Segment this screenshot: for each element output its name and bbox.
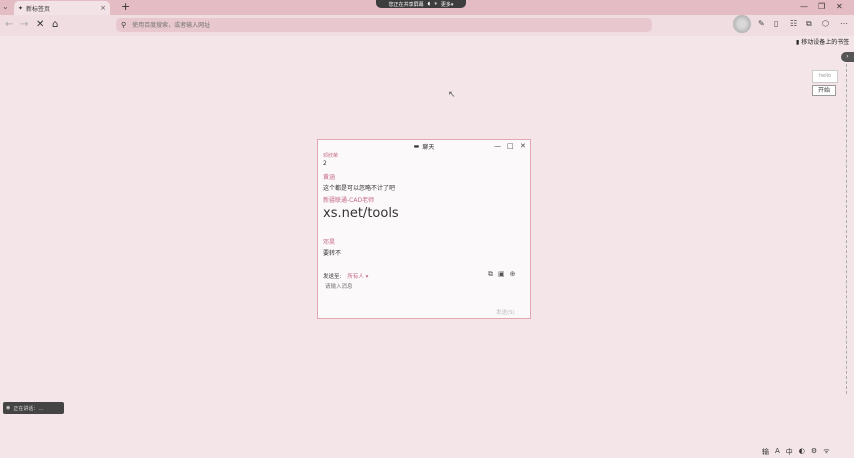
send-to-row: 发送至: 所有人 ▾	[323, 272, 368, 280]
extension-icon[interactable]: ✎	[758, 19, 765, 28]
downloads-icon[interactable]: ⬡	[822, 19, 829, 28]
mouse-cursor-icon: ↖	[448, 90, 456, 100]
system-tray: 输 A 中 ◐ ⚙ ᯤ	[762, 447, 830, 457]
share-status-label: 您正在共享屏幕	[388, 1, 424, 8]
chat-title: 聊天	[422, 144, 435, 151]
widget-start-button[interactable]: 开始	[812, 85, 836, 96]
chat-window: ▬ 聊天 — □ ✕ 邓欣荣 2 黄涵 这个都是可以忽略不计了吧 新疆联通-CA…	[317, 139, 531, 319]
widget-preview: hello	[812, 70, 838, 83]
address-bar[interactable]: ⚲	[116, 18, 652, 32]
recipient-dropdown[interactable]: 所有人 ▾	[347, 272, 368, 280]
settings-icon[interactable]: ⚙	[811, 447, 817, 457]
chat-message-input[interactable]	[323, 283, 527, 291]
screenshot-icon[interactable]: ⧉	[488, 270, 493, 279]
message-sender: 邓欣荣	[323, 153, 339, 159]
wifi-icon[interactable]: ᯤ	[823, 447, 829, 457]
more-options-icon[interactable]: ⊕	[510, 270, 516, 279]
speaking-label: 正在讲话：…	[13, 405, 44, 412]
message-sender: 新疆联通-CAD老师	[323, 197, 375, 204]
tab-new-tab[interactable]: ✦ 新标签页 ×	[14, 1, 110, 15]
share-more-button[interactable]: 更多▾	[441, 1, 454, 8]
url-input[interactable]	[130, 20, 635, 30]
profile-avatar[interactable]	[733, 15, 751, 33]
home-button[interactable]: ⌂	[52, 19, 58, 30]
close-window-button[interactable]: ✕	[836, 2, 843, 11]
tab-strip: ⌄ ✦ 新标签页 × + 您正在共享屏幕 ◖ ⏸ 更多▾ — ❐ ✕	[0, 0, 854, 15]
minimize-button[interactable]: —	[800, 2, 808, 11]
chat-tools: ⧉ ▣ ⊕	[488, 270, 516, 279]
ime-icon[interactable]: 输	[762, 447, 769, 457]
sidepanel-toggle[interactable]: ›	[841, 52, 854, 62]
chat-minimize-button[interactable]: —	[494, 142, 501, 150]
new-tab-button[interactable]: +	[121, 0, 130, 13]
forward-button[interactable]: →	[20, 19, 28, 30]
chat-close-button[interactable]: ✕	[520, 142, 526, 150]
search-icon: ⚲	[121, 21, 127, 29]
tab-close-icon[interactable]: ×	[100, 4, 106, 12]
restore-button[interactable]: ❐	[818, 2, 825, 11]
message-sender: 黄涵	[323, 174, 336, 181]
language-icon[interactable]: 中	[786, 447, 793, 457]
chat-maximize-button[interactable]: □	[507, 142, 514, 150]
send-button[interactable]: 发送(S)	[496, 308, 515, 316]
folder-icon: ▮	[796, 39, 800, 46]
side-divider	[846, 64, 848, 394]
message-text: 2	[323, 160, 327, 167]
message-text: 要转不	[323, 250, 342, 257]
file-icon[interactable]: ▣	[498, 270, 505, 279]
tab-title: 新标签页	[26, 5, 51, 13]
chat-icon: ▬	[413, 143, 420, 150]
tab-favicon-icon: ✦	[18, 4, 24, 12]
message-text: 这个都是可以忽略不计了吧	[323, 185, 396, 192]
tab-menu-chevron-icon[interactable]: ⌄	[2, 2, 9, 11]
message-sender: 邓昊	[323, 239, 336, 246]
speaking-indicator[interactable]: ◉ 正在讲话：…	[3, 402, 64, 414]
speaker-icon: ◉	[6, 405, 11, 411]
font-icon[interactable]: A	[775, 447, 780, 457]
bookmark-label: 移动设备上的书签	[801, 39, 850, 46]
extensions-icon[interactable]: ⧉	[806, 19, 812, 29]
send-to-label: 发送至:	[323, 274, 342, 280]
browser-toolbar: ← → ✕ ⌂ ⚲ ✎ ▯ ☷ ⧉ ⬡ ⋯	[0, 15, 854, 36]
back-button[interactable]: ←	[5, 19, 13, 30]
collections-icon[interactable]: ☷	[790, 19, 797, 28]
pause-icon[interactable]: ⏸	[434, 1, 437, 7]
message-text: xs.net/tools	[323, 206, 399, 221]
sidebar-icon[interactable]: ▯	[774, 19, 778, 28]
floating-widget: hello 开始	[812, 70, 838, 96]
stop-button[interactable]: ✕	[36, 19, 44, 30]
microphone-icon[interactable]: ◖	[428, 1, 431, 7]
screen-share-bar: 您正在共享屏幕 ◖ ⏸ 更多▾	[376, 0, 466, 8]
mobile-bookmarks-folder[interactable]: ▮ 移动设备上的书签	[796, 37, 849, 46]
menu-icon[interactable]: ⋯	[840, 19, 848, 28]
mode-icon[interactable]: ◐	[799, 447, 805, 457]
